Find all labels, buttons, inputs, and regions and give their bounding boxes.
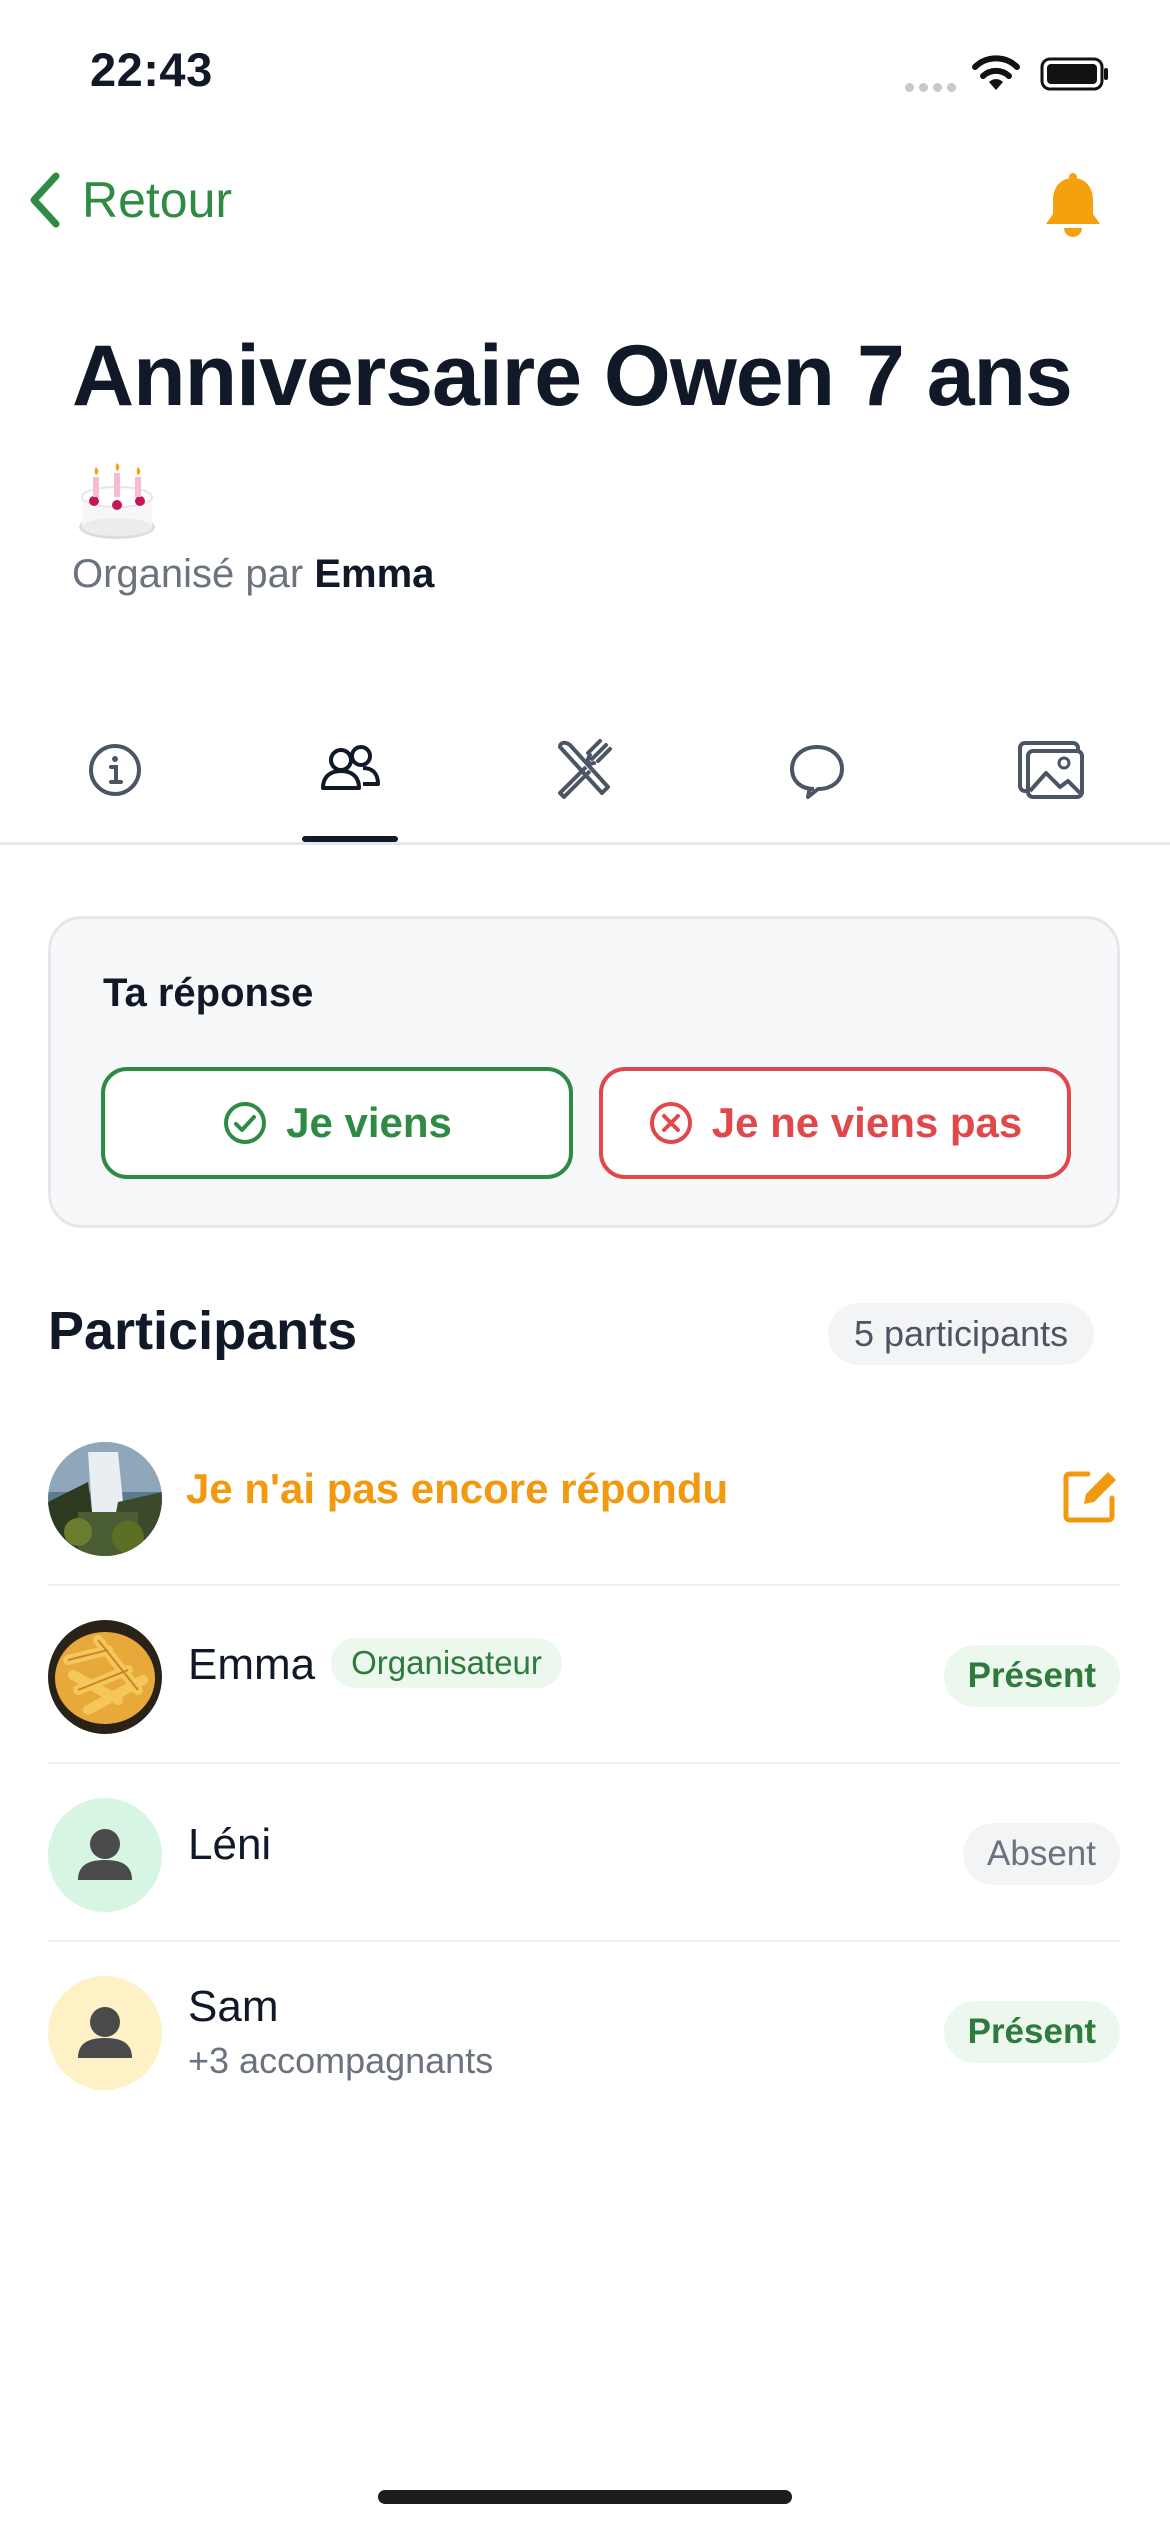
pending-response-text: Je n'ai pas encore répondu — [186, 1465, 729, 1512]
participant-row-emma[interactable]: Emma Organisateur Présent — [48, 1588, 1120, 1764]
home-indicator[interactable] — [378, 2490, 792, 2504]
row-divider — [48, 1940, 1120, 1942]
avatar — [48, 1442, 162, 1556]
battery-icon — [1040, 57, 1108, 91]
x-circle-icon — [649, 1102, 692, 1144]
participants-title: Participants — [48, 1301, 358, 1361]
avatar — [48, 1976, 162, 2090]
participants-count-badge: 5 participants — [828, 1303, 1095, 1365]
signal-icon — [905, 79, 961, 97]
avatar — [48, 1620, 162, 1734]
status-badge: Présent — [943, 1645, 1120, 1707]
tab-info[interactable] — [70, 730, 160, 810]
event-title: Anniversaire Owen 7 ans — [72, 320, 1112, 546]
participant-name: Emma — [188, 1640, 316, 1689]
attend-yes-label: Je viens — [286, 1099, 452, 1146]
attend-no-button[interactable]: Je ne viens pas — [599, 1067, 1071, 1179]
response-card: Ta réponse Je viens Je ne viens pas — [48, 916, 1120, 1228]
status-time: 22:43 — [90, 43, 213, 96]
bell-icon[interactable] — [1040, 172, 1106, 247]
tab-chat[interactable] — [772, 730, 862, 810]
tab-participants[interactable] — [305, 730, 395, 810]
tab-food[interactable] — [538, 730, 628, 810]
back-label: Retour — [82, 172, 233, 228]
chevron-left-icon — [30, 172, 60, 228]
organizer-line: Organisé par Emma — [72, 552, 434, 597]
companions-count: +3 accompagnants — [188, 2040, 494, 2081]
back-button[interactable]: Retour — [24, 170, 232, 230]
organizer-name: Emma — [314, 552, 435, 596]
edit-icon[interactable] — [1060, 1466, 1120, 1531]
participant-name: Léni — [188, 1820, 272, 1869]
check-circle-icon — [224, 1102, 267, 1144]
tab-bar — [0, 700, 1170, 845]
participant-name-line: Emma Organisateur — [188, 1638, 562, 1692]
people-icon — [321, 745, 380, 790]
photos-icon — [1018, 741, 1084, 799]
utensils-icon — [558, 739, 612, 799]
wifi-icon — [970, 52, 1022, 97]
row-divider — [48, 1762, 1120, 1764]
organizer-badge: Organisateur — [331, 1638, 562, 1689]
participant-name: Sam — [188, 1982, 279, 2031]
participant-row-leni[interactable]: Léni Absent — [48, 1766, 1120, 1942]
tab-active-indicator — [302, 836, 398, 842]
info-icon — [89, 744, 141, 796]
status-badge: Présent — [943, 2001, 1120, 2063]
chat-icon — [790, 745, 844, 799]
event-title-text: Anniversaire Owen 7 ans — [72, 328, 1073, 424]
attend-no-label: Je ne viens pas — [711, 1099, 1023, 1146]
status-badge: Absent — [963, 1823, 1120, 1885]
tab-photos[interactable] — [1006, 730, 1096, 810]
attend-yes-button[interactable]: Je viens — [101, 1067, 573, 1179]
avatar — [48, 1798, 162, 1912]
row-divider — [48, 1584, 1120, 1586]
participant-row-me[interactable]: Je n'ai pas encore répondu — [48, 1410, 1120, 1586]
participant-row-sam[interactable]: Sam +3 accompagnants Présent — [48, 1944, 1120, 2120]
cake-icon — [72, 446, 162, 540]
organized-prefix: Organisé par — [72, 552, 304, 596]
response-title: Ta réponse — [103, 971, 314, 1015]
